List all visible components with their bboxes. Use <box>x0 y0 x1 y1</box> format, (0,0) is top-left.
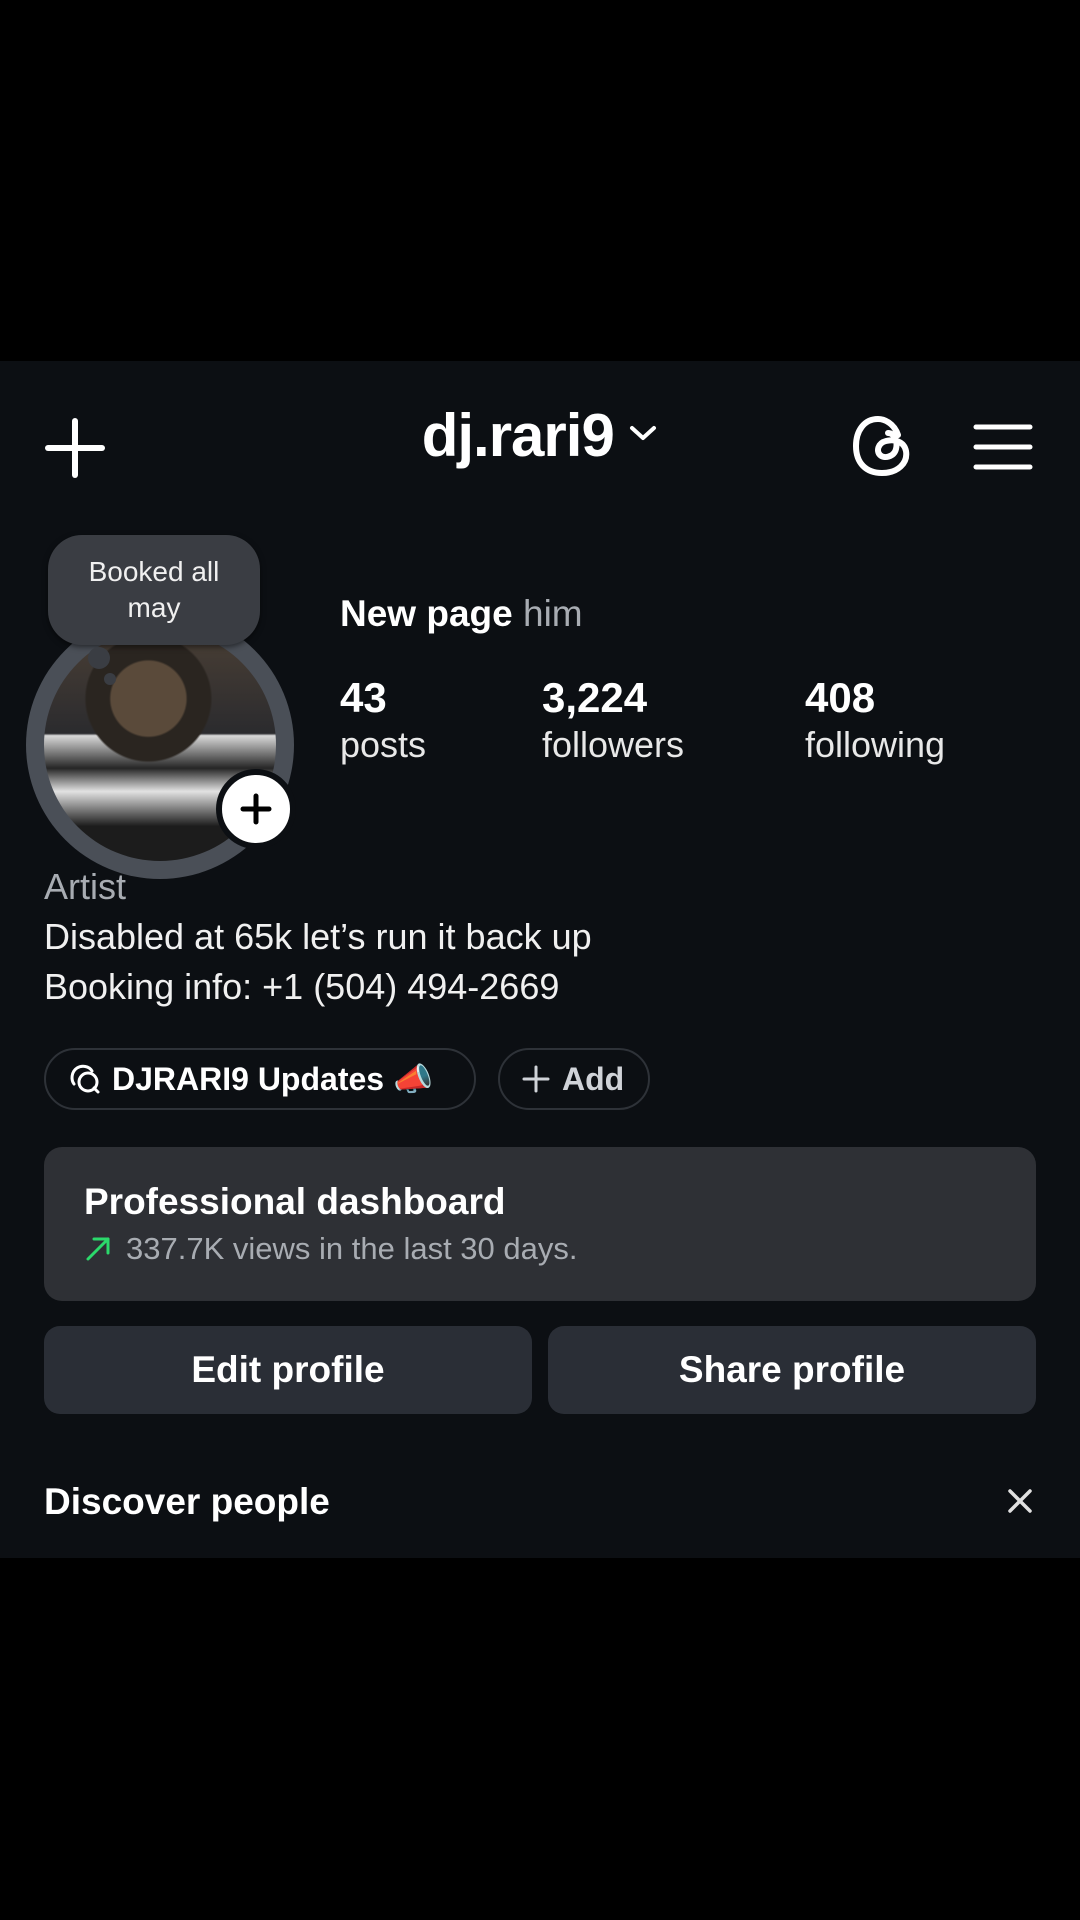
threads-button[interactable] <box>848 411 918 481</box>
stat-value: 43 <box>340 674 387 721</box>
stat-label: posts <box>340 724 427 765</box>
profile-category: Artist <box>44 866 127 907</box>
stat-label: followers <box>542 724 685 765</box>
close-discover-button[interactable] <box>1004 1485 1036 1517</box>
stat-value: 408 <box>805 674 876 721</box>
hamburger-menu-icon <box>973 424 1033 470</box>
share-profile-button[interactable]: Share profile <box>548 1326 1036 1414</box>
stat-following[interactable]: 408 following <box>805 673 945 767</box>
dashboard-subtitle-row: 337.7K views in the last 30 days. <box>84 1231 577 1267</box>
plus-icon <box>522 1065 550 1093</box>
top-bar: dj.rari9 <box>0 361 1080 531</box>
edit-profile-button[interactable]: Edit profile <box>44 1326 532 1414</box>
note-bubble[interactable]: Booked all may <box>48 535 260 645</box>
account-switcher[interactable]: dj.rari9 <box>0 401 1080 470</box>
professional-dashboard-card[interactable]: Professional dashboard 337.7K views in t… <box>44 1147 1036 1301</box>
broadcast-channel-pill[interactable]: DJRARI9 Updates 📣 <box>44 1048 476 1110</box>
threads-chat-icon <box>68 1062 102 1096</box>
close-icon <box>1008 1489 1032 1513</box>
threads-icon <box>852 415 910 477</box>
menu-button[interactable] <box>972 417 1034 477</box>
note-bubble-tail <box>104 673 116 685</box>
profile-screen: dj.rari9 Booked all may New page him 43 … <box>0 361 1080 1558</box>
bio-line-booking[interactable]: Booking info: +1 (504) 494-2669 <box>44 966 559 1008</box>
note-text: Booked all may <box>88 556 220 623</box>
dashboard-title: Professional dashboard <box>84 1181 506 1222</box>
channel-label: DJRARI9 Updates 📣 <box>112 1061 433 1097</box>
plus-icon <box>240 793 272 825</box>
discover-people-heading: Discover people <box>44 1481 330 1522</box>
add-label: Add <box>562 1060 625 1097</box>
dashboard-views-text: 337.7K views in the last 30 days. <box>126 1231 578 1266</box>
add-link-pill[interactable]: Add <box>498 1048 650 1110</box>
trend-up-arrow-icon <box>84 1235 112 1263</box>
profile-name-line: New page him <box>340 593 583 635</box>
bio-line: Disabled at 65k let’s run it back up <box>44 916 592 957</box>
stat-value: 3,224 <box>542 674 648 721</box>
chevron-down-icon <box>628 423 658 448</box>
stat-posts[interactable]: 43 posts <box>340 673 426 767</box>
add-story-button[interactable] <box>216 769 296 849</box>
username: dj.rari9 <box>421 402 615 469</box>
stat-label: following <box>805 724 946 765</box>
note-bubble-tail <box>88 647 110 669</box>
stat-followers[interactable]: 3,224 followers <box>542 673 684 767</box>
pronouns: him <box>523 593 583 634</box>
profile-name: New page <box>340 593 513 634</box>
